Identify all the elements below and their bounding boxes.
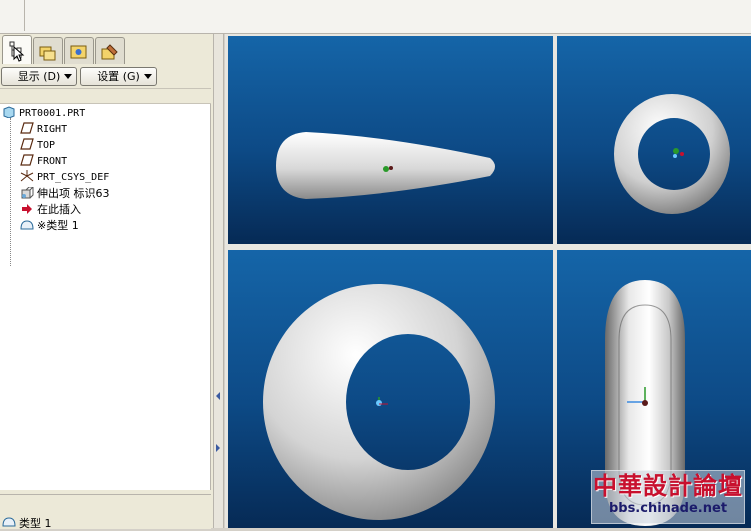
viewport-top-left[interactable] — [228, 36, 553, 244]
part-icon — [2, 106, 16, 119]
tab-favorites[interactable] — [64, 37, 94, 64]
viewport-top-right[interactable] — [557, 36, 751, 244]
tree-root[interactable]: PRT0001.PRT — [2, 106, 85, 122]
tree-item-label: 在此插入 — [37, 203, 81, 216]
panel-splitter[interactable] — [213, 34, 224, 528]
navigator-button-row: 显示 (D) 设置 (G) — [0, 66, 213, 88]
protrusion-icon — [20, 186, 34, 199]
settings-dropdown[interactable]: 设置 (G) — [80, 67, 157, 86]
display-shortcut: (D) — [43, 70, 61, 83]
tree-item-label: TOP — [37, 140, 56, 151]
large-torus-shape — [263, 284, 495, 520]
viewport-bottom-left[interactable] — [228, 250, 553, 528]
small-torus-shape — [614, 93, 730, 215]
chevron-down-icon — [64, 74, 72, 79]
bottom-info-label: 类型 1 — [19, 517, 52, 530]
watermark-url: bbs.chinade.net — [608, 501, 728, 516]
tab-model-tree[interactable] — [2, 35, 32, 64]
tree-item-front[interactable]: FRONT — [20, 154, 67, 170]
csys-icon — [20, 170, 34, 182]
graphics-area[interactable]: 中華設計論壇 bbs.chinade.net — [225, 34, 751, 528]
collapse-left-arrow-icon[interactable] — [216, 392, 220, 400]
tree-item-label: 伸出项 标识63 — [37, 187, 110, 200]
tree-item-type[interactable]: ※类型 1 — [20, 218, 79, 234]
viewport-bottom-right[interactable]: 中華設計論壇 bbs.chinade.net — [557, 250, 751, 528]
feature-icon — [20, 219, 34, 231]
tab-folder-browser[interactable] — [33, 37, 63, 64]
tree-connector-line — [10, 118, 12, 266]
tree-root-label: PRT0001.PRT — [19, 108, 86, 119]
tree-item-label: FRONT — [37, 156, 68, 167]
tree-item-right[interactable]: RIGHT — [20, 122, 67, 138]
elongated-view-shape — [276, 132, 495, 199]
navigator-tabs — [0, 34, 213, 64]
insert-here-arrow-icon — [20, 203, 34, 215]
tree-item-insert-here[interactable]: 在此插入 — [20, 202, 81, 218]
display-dropdown[interactable]: 显示 (D) — [1, 67, 77, 86]
settings-shortcut: (G) — [122, 70, 140, 83]
tab-connections[interactable] — [95, 37, 125, 64]
datum-plane-icon — [20, 122, 34, 134]
tree-column-header — [0, 88, 211, 104]
tree-item-protrusion[interactable]: 伸出项 标识63 — [20, 186, 110, 202]
tree-item-label: ※类型 1 — [37, 219, 79, 232]
navigator-panel: 显示 (D) 设置 (G) PRT0001.PRT RIGHT TOP FRON… — [0, 34, 213, 530]
model-tree: PRT0001.PRT RIGHT TOP FRONT PRT_CSYS_DEF — [0, 104, 211, 490]
toolbar-separator — [24, 0, 25, 31]
folder-browser-icon — [39, 46, 56, 61]
tree-item-csys[interactable]: PRT_CSYS_DEF — [20, 170, 109, 186]
datum-plane-icon — [20, 138, 34, 150]
favorites-icon — [70, 45, 87, 59]
feature-icon — [2, 517, 16, 527]
watermark-title: 中華設計論壇 — [593, 471, 743, 500]
datum-plane-icon — [20, 154, 34, 166]
tree-item-label: RIGHT — [37, 124, 68, 135]
tree-item-top[interactable]: TOP — [20, 138, 55, 154]
forum-watermark: 中華設計論壇 bbs.chinade.net — [591, 470, 745, 524]
chevron-down-icon — [144, 74, 152, 79]
bottom-info-strip: 类型 1 — [0, 494, 211, 530]
tree-item-label: PRT_CSYS_DEF — [37, 172, 110, 183]
connections-icon — [101, 44, 118, 60]
mouse-cursor-icon — [13, 46, 25, 62]
expand-right-arrow-icon[interactable] — [216, 444, 220, 452]
settings-label: 设置 — [97, 70, 120, 83]
display-label: 显示 — [17, 70, 40, 83]
top-toolbar — [0, 0, 751, 34]
